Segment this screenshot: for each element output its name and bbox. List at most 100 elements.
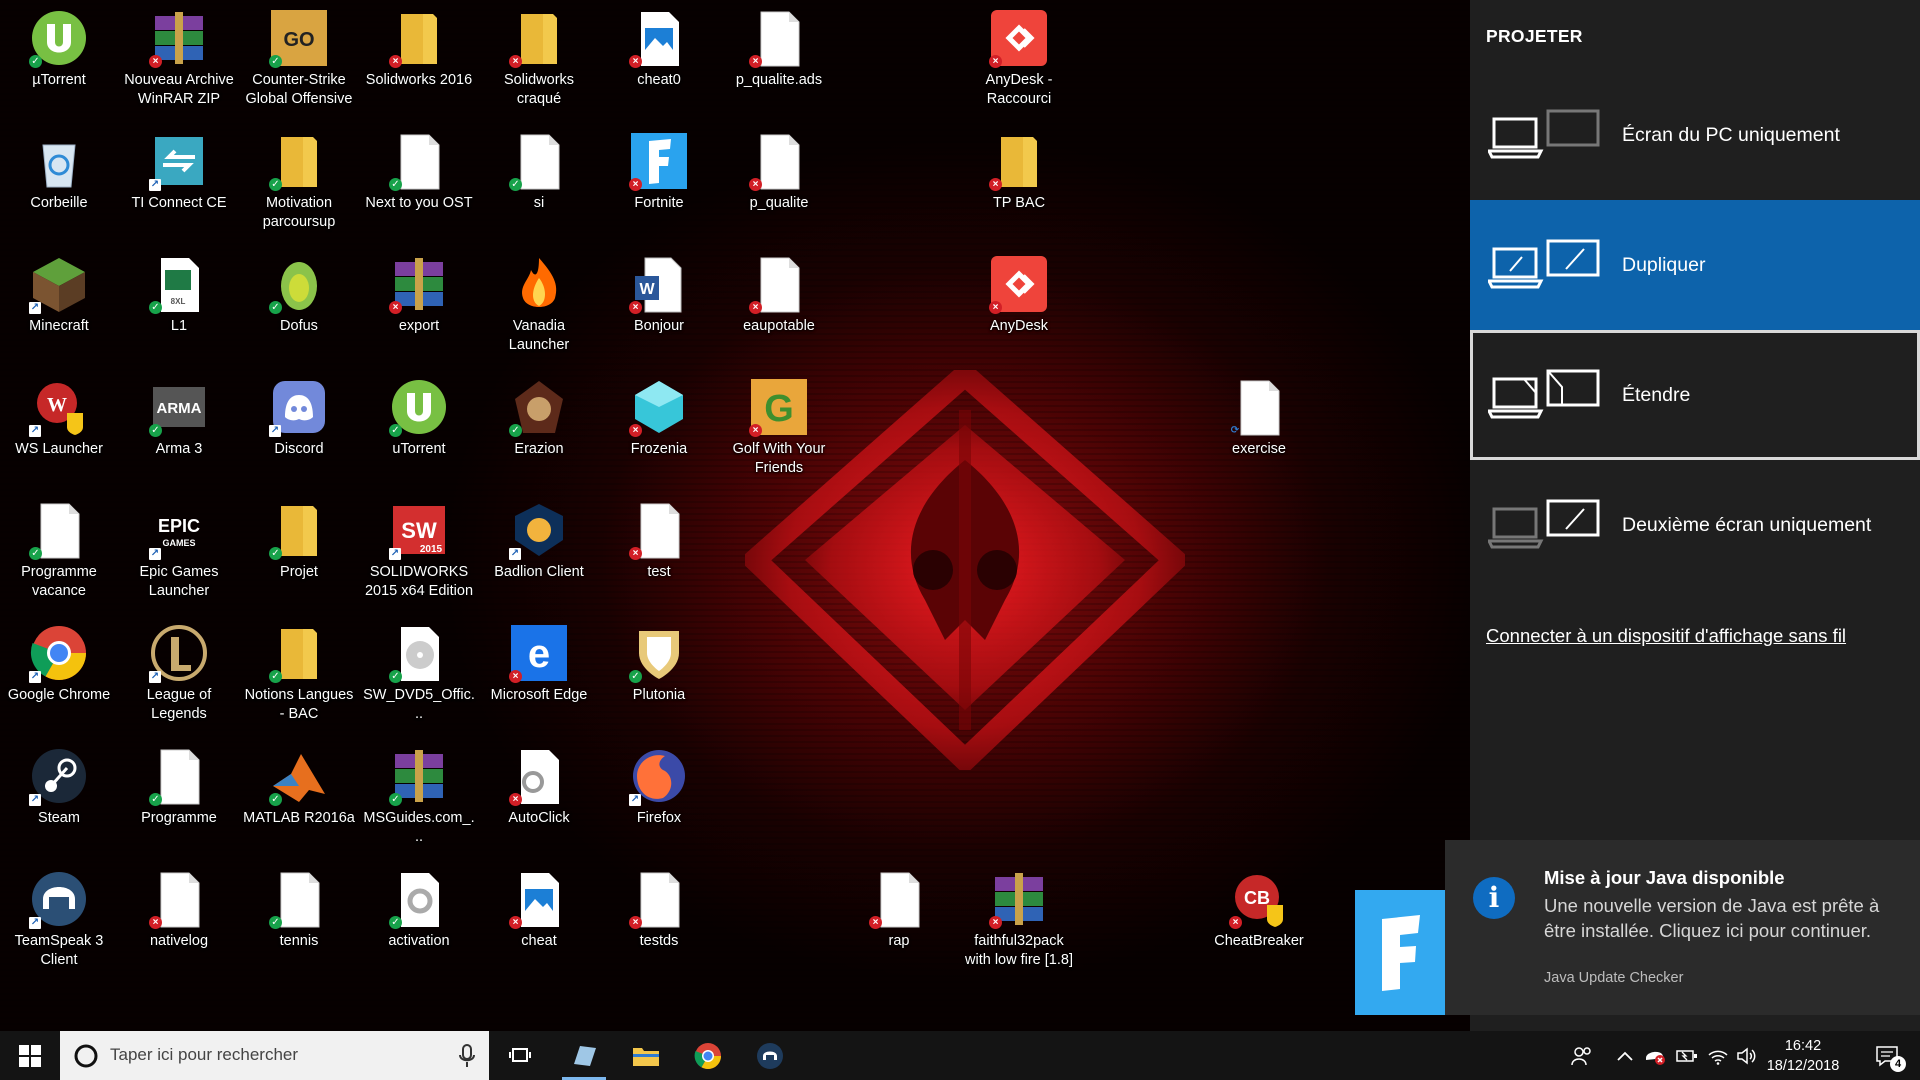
desktop-icon[interactable]: ✓ activation [360,865,478,983]
people-icon[interactable] [1566,1031,1598,1080]
desktop-icon[interactable]: W × Bonjour [600,250,718,368]
desktop-icon[interactable]: ✓ tennis [240,865,358,983]
desktop-icon-label: Arma 3 [155,441,203,457]
sync-ok-badge-icon: ✓ [269,916,282,929]
desktop-icon[interactable]: G × Golf With Your Friends [720,373,838,491]
chrome-icon[interactable] [680,1031,736,1080]
desktop-icon[interactable]: ✓ Notions Langues - BAC [240,619,358,737]
desktop-icon[interactable]: × p_qualite.ads [720,4,838,122]
desktop-icon[interactable]: ✓ si [480,127,598,245]
option-duplicate[interactable]: Dupliquer [1470,200,1920,330]
info-icon: i [1473,877,1515,919]
folder-icon: × [509,8,569,68]
option-second-screen-only[interactable]: Deuxième écran uniquement [1470,460,1920,590]
ticonnect-icon: ↗ [149,131,209,191]
desktop-icon[interactable]: ✓ Erazion [480,373,598,491]
option-extend[interactable]: Étendre [1470,330,1920,460]
desktop-icon[interactable]: ↗ TeamSpeak 3 Client [0,865,118,983]
desktop-icon[interactable]: × Solidworks craqué [480,4,598,122]
connect-wireless-display-link[interactable]: Connecter à un dispositif d'affichage sa… [1486,625,1846,647]
desktop-icon[interactable]: × Nouveau Archive WinRAR ZIP [120,4,238,122]
desktop-icon[interactable]: × AutoClick [480,742,598,860]
desktop-icon[interactable]: W ↗ WS Launcher [0,373,118,491]
desktop-icon[interactable]: ↗ League of Legends [120,619,238,737]
desktop-icon[interactable]: ✓ Dofus [240,250,358,368]
desktop-icon[interactable]: SW 2015 ↗ SOLIDWORKS 2015 x64 Edition [360,496,478,614]
sync-error-badge-icon: × [749,424,762,437]
desktop-icon[interactable]: ↗ Steam [0,742,118,860]
chevron-up-icon[interactable] [1612,1031,1638,1080]
desktop-icon[interactable]: × Solidworks 2016 [360,4,478,122]
wifi-icon[interactable] [1704,1031,1732,1080]
shortcut-arrow-icon: ↗ [389,548,401,560]
desktop-icon-label: AnyDesk - Raccourci [985,72,1053,107]
clock[interactable]: 16:42 18/12/2018 [1754,1036,1852,1076]
desktop-icon[interactable]: × p_qualite [720,127,838,245]
teamspeak-icon[interactable] [742,1031,798,1080]
desktop-icon[interactable]: × eaupotable [720,250,838,368]
action-center-icon[interactable]: 4 [1862,1031,1912,1080]
desktop-icon[interactable]: × export [360,250,478,368]
start-button[interactable] [0,1031,60,1080]
desktop-icon[interactable]: GO ✓ Counter-Strike Global Offensive [240,4,358,122]
fortnite-tile[interactable] [1355,890,1445,1015]
desktop-icon[interactable]: ↗ Badlion Client [480,496,598,614]
desktop-icon[interactable]: ✓ Projet [240,496,358,614]
desktop-icon[interactable]: × nativelog [120,865,238,983]
desktop-icon[interactable]: ✓ Plutonia [600,619,718,737]
svg-text:2015: 2015 [420,544,443,555]
desktop-icon[interactable]: × cheat [480,865,598,983]
microphone-icon[interactable] [459,1044,475,1068]
desktop-icon[interactable]: Corbeille [0,127,118,245]
desktop-icon[interactable]: × AnyDesk - Raccourci [960,4,1078,122]
desktop-icon[interactable]: × cheat0 [600,4,718,122]
image-icon: × [629,8,689,68]
desktop-icon[interactable]: × testds [600,865,718,983]
search-box[interactable]: Taper ici pour rechercher [60,1031,489,1080]
desktop-icon[interactable]: ↗ Firefox [600,742,718,860]
desktop-icon[interactable]: ✓ Motivation parcoursup [240,127,358,245]
desktop-icon-label: Notions Langues - BAC [244,687,354,722]
desktop-icon[interactable]: ↗ Discord [240,373,358,491]
desktop-icon[interactable]: ✓ MATLAB R2016a [240,742,358,860]
desktop-icon[interactable]: CB × CheatBreaker [1200,865,1318,983]
desktop-icon[interactable]: ↗ Minecraft [0,250,118,368]
desktop-icon-label: Vanadia Launcher [508,318,570,353]
desktop-icon[interactable]: × test [600,496,718,614]
svg-text:8XL: 8XL [171,297,186,306]
desktop-icon[interactable]: × rap [840,865,958,983]
desktop-icon[interactable]: ✓ uTorrent [360,373,478,491]
desktop-icon[interactable]: ✓ Next to you OST [360,127,478,245]
desktop-icon[interactable]: ✓ µTorrent [0,4,118,122]
desktop-icon[interactable]: Vanadia Launcher [480,250,598,368]
desktop-icon[interactable]: × Fortnite [600,127,718,245]
anydesk-icon: × [989,8,1049,68]
battery-icon[interactable] [1672,1031,1702,1080]
folder-icon: ✓ [269,131,329,191]
java-update-toast[interactable]: i Mise à jour Java disponible Une nouvel… [1445,840,1920,1015]
desktop-icon[interactable]: × TP BAC [960,127,1078,245]
desktop-icon[interactable]: 8XL ✓ L1 [120,250,238,368]
desktop-icon-label: SOLIDWORKS 2015 x64 Edition [364,564,474,599]
desktop-icon[interactable]: ✓ Programme [120,742,238,860]
desktop-icon[interactable]: ↗ Google Chrome [0,619,118,737]
desktop-icon[interactable]: e × Microsoft Edge [480,619,598,737]
desktop-icon[interactable]: ✓ MSGuides.com_... [360,742,478,860]
desktop-icon[interactable]: ↗ TI Connect CE [120,127,238,245]
desktop-icon[interactable]: ✓ Programme vacance [0,496,118,614]
security-alert-icon[interactable] [1640,1031,1670,1080]
desktop-icon[interactable]: ARMA ✓ Arma 3 [120,373,238,491]
desktop-icon[interactable]: × Frozenia [600,373,718,491]
desktop-icon[interactable]: × AnyDesk [960,250,1078,368]
app-icon[interactable] [556,1031,612,1080]
desktop-icon[interactable]: ✓ SW_DVD5_Offic... [360,619,478,737]
desktop-icon[interactable]: EPIC GAMES ↗ Epic Games Launcher [120,496,238,614]
csgo-icon: GO ✓ [269,8,329,68]
task-view-icon[interactable] [492,1031,548,1080]
desktop-icon[interactable]: × faithful32pack with low fire [1.8] [960,865,1078,983]
file-explorer-icon[interactable] [618,1031,674,1080]
desktop-icon[interactable]: ⟳ exercise [1200,373,1318,491]
syncing-badge-icon: ⟳ [1230,425,1240,436]
option-pc-screen-only[interactable]: Écran du PC uniquement [1470,70,1920,200]
doc-icon: × [749,131,809,191]
